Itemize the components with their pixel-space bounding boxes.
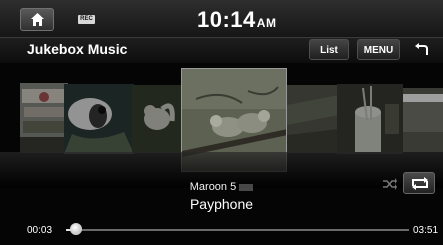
progress-knob[interactable] bbox=[69, 223, 82, 235]
home-icon bbox=[31, 13, 44, 26]
cover-shade bbox=[287, 85, 339, 153]
home-button[interactable] bbox=[20, 8, 54, 31]
artist-name-row: Maroon 5 bbox=[0, 181, 443, 193]
album-cover[interactable] bbox=[287, 85, 339, 153]
page-title: Jukebox Music bbox=[27, 41, 128, 57]
cover-shade bbox=[20, 83, 68, 153]
list-button[interactable]: List bbox=[309, 39, 349, 60]
shuffle-icon[interactable] bbox=[383, 178, 397, 190]
back-icon bbox=[415, 43, 428, 55]
album-cover[interactable] bbox=[64, 84, 134, 154]
repeat-icon bbox=[412, 177, 428, 190]
album-cover[interactable] bbox=[403, 88, 443, 152]
menu-button[interactable]: MENU bbox=[357, 39, 400, 60]
total-time: 03:51 bbox=[413, 225, 439, 236]
cover-shade bbox=[64, 84, 134, 154]
status-bar: REC 10:14AM bbox=[0, 0, 443, 38]
rec-badge: REC bbox=[78, 15, 95, 24]
album-cover[interactable] bbox=[337, 84, 403, 154]
title-bar: Jukebox Music List MENU bbox=[0, 38, 443, 63]
cover-shade bbox=[337, 84, 403, 154]
clock: 10:14AM bbox=[197, 7, 276, 33]
repeat-button[interactable] bbox=[403, 172, 435, 194]
song-title: Payphone bbox=[189, 196, 254, 212]
album-cover[interactable] bbox=[132, 85, 182, 153]
progress-track[interactable] bbox=[66, 229, 409, 231]
cover-shade bbox=[132, 85, 182, 153]
elapsed-time: 00:03 bbox=[27, 225, 53, 236]
back-button[interactable] bbox=[408, 39, 435, 60]
album-cover[interactable] bbox=[20, 83, 68, 153]
clock-ampm: AM bbox=[256, 16, 277, 30]
clock-time: 10:14 bbox=[197, 7, 256, 32]
cover-shade bbox=[403, 88, 443, 152]
jukebox-screen: REC 10:14AM Jukebox Music List MENU Maro… bbox=[0, 0, 443, 245]
artist-name: Maroon 5 bbox=[189, 181, 237, 193]
artist-tag bbox=[239, 183, 254, 191]
